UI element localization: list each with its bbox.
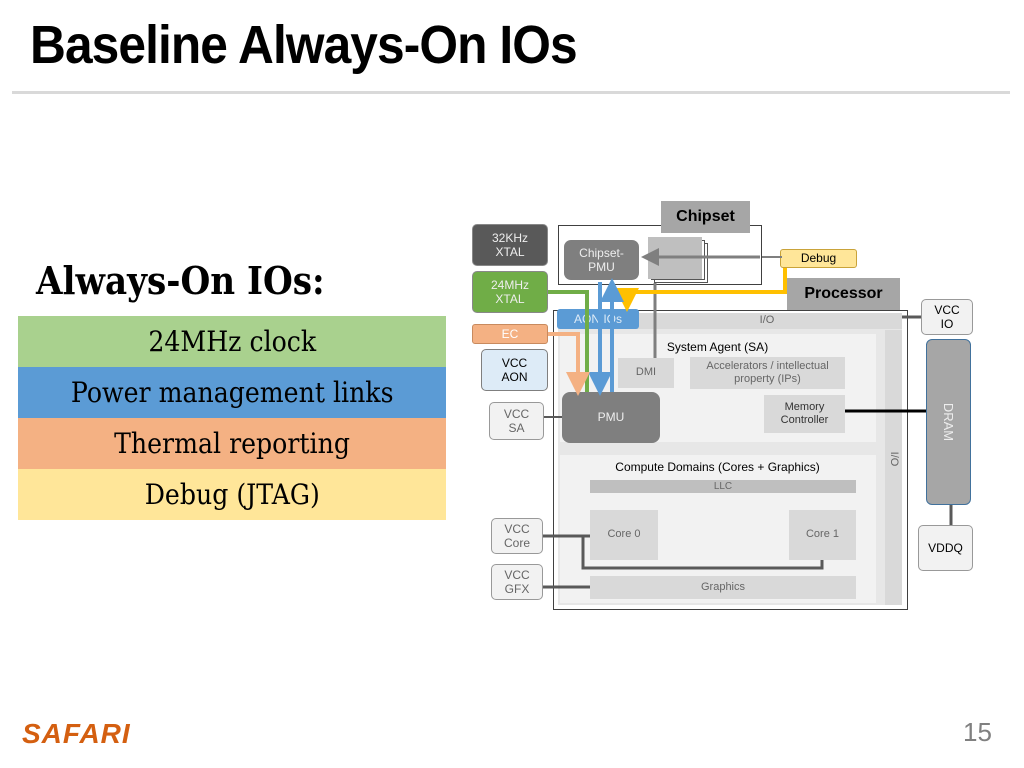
- aon-item-label: Thermal reporting: [114, 427, 350, 460]
- dmi-block: DMI: [618, 358, 674, 388]
- aon-item-label: 24MHz clock: [148, 325, 316, 358]
- compute-domains-label: Compute Domains (Cores + Graphics): [615, 459, 820, 474]
- graphics-block: Graphics: [590, 576, 856, 599]
- chipset-pmu: Chipset- PMU: [564, 240, 639, 280]
- slide-title: Baseline Always-On IOs: [30, 15, 578, 75]
- always-on-list: 24MHz clock Power management links Therm…: [18, 316, 446, 520]
- aon-item-power-links: Power management links: [18, 367, 446, 418]
- aon-item-label: Debug (JTAG): [144, 478, 320, 511]
- llc-bar: LLC: [590, 480, 856, 493]
- core0-block: Core 0: [590, 510, 658, 560]
- accelerators-block: Accelerators / intellectual property (IP…: [690, 357, 845, 389]
- xtal-24mhz: 24MHz XTAL: [472, 271, 548, 313]
- debug-box: Debug: [780, 249, 857, 268]
- system-agent-label: System Agent (SA): [666, 339, 769, 354]
- vcc-sa-box: VCC SA: [489, 402, 544, 440]
- vcc-core-box: VCC Core: [491, 518, 543, 554]
- aon-ios-block: AON IOs: [557, 309, 639, 329]
- core1-block: Core 1: [789, 510, 856, 560]
- io-top-bar: I/O: [632, 313, 902, 329]
- aon-item-clock: 24MHz clock: [18, 316, 446, 367]
- vcc-io-box: VCC IO: [921, 299, 973, 335]
- always-on-heading: Always-On IOs:: [36, 258, 325, 303]
- memory-controller-block: Memory Controller: [764, 395, 845, 433]
- chipset-block: [648, 237, 702, 279]
- page-number: 15: [963, 717, 992, 747]
- pmu-block: PMU: [562, 392, 660, 443]
- aon-item-label: Power management links: [70, 376, 394, 409]
- io-side-label: I/O: [887, 451, 900, 467]
- chipset-label: Chipset: [661, 201, 750, 233]
- title-divider: [12, 91, 1010, 94]
- aon-item-thermal: Thermal reporting: [18, 418, 446, 469]
- ec-box: EC: [472, 324, 548, 344]
- xtal-32khz: 32KHz XTAL: [472, 224, 548, 266]
- safari-logo: SAFARI: [22, 718, 131, 749]
- processor-label: Processor: [787, 278, 900, 310]
- vcc-aon-box: VCC AON: [481, 349, 548, 391]
- dram-label: DRAM: [940, 402, 956, 442]
- vcc-gfx-box: VCC GFX: [491, 564, 543, 600]
- vddq-box: VDDQ: [918, 525, 973, 571]
- aon-item-debug: Debug (JTAG): [18, 469, 446, 520]
